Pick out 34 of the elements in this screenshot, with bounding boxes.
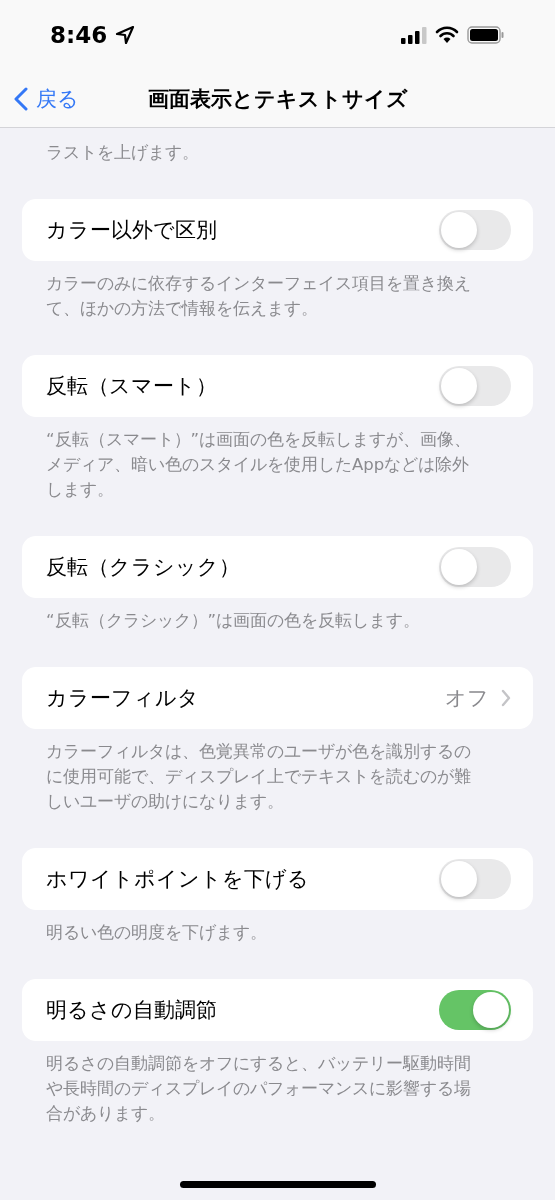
status-time: 8:46 xyxy=(50,22,108,48)
footer-text: 明るい色の明度を下げます。 xyxy=(45,922,268,944)
back-button[interactable]: 戻る xyxy=(14,84,79,113)
row-label: 反転（スマート） xyxy=(46,373,217,400)
signal-icon xyxy=(401,26,427,44)
toggle-switch[interactable] xyxy=(439,859,511,899)
chevron-left-icon xyxy=(14,86,28,111)
footer-text: “反転（スマート）”は画面の色を反転しますが、画像、メディア、暗い色のスタイルを使用したAppなどは除外します。 xyxy=(45,429,473,501)
settings-row[interactable]: カラーフィルタ オフ xyxy=(22,667,533,729)
settings-row[interactable]: カラー以外で区別 xyxy=(22,199,533,261)
footer-text: ラストを上げます。 xyxy=(45,142,200,164)
row-value: オフ xyxy=(445,685,489,712)
page-title: 画面表示とテキストサイズ xyxy=(147,85,408,113)
toggle-switch[interactable] xyxy=(439,366,511,406)
row-label: 明るさの自動調節 xyxy=(46,997,217,1024)
footer-text: カラーフィルタは、色覚異常のユーザが色を識別するのに使用可能で、ディスプレイ上でテキストを読むのが難しいユーザの助けになります。 xyxy=(45,741,472,813)
toggle-switch[interactable] xyxy=(439,210,511,250)
wifi-icon xyxy=(435,26,459,44)
chevron-right-icon xyxy=(501,689,511,707)
settings-row[interactable]: 反転（クラシック） xyxy=(22,536,533,598)
location-arrow-icon xyxy=(115,25,136,45)
toggle-switch[interactable] xyxy=(439,990,511,1030)
toggle-switch[interactable] xyxy=(439,547,511,587)
row-label: ホワイトポイントを下げる xyxy=(46,866,309,893)
row-label: カラー以外で区別 xyxy=(46,217,217,244)
battery-icon xyxy=(467,26,505,44)
row-label: 反転（クラシック） xyxy=(46,554,240,581)
footer-text: 明るさの自動調節をオフにすると、バッテリー駆動時間や長時間のディスプレイのパフォーマンスに影響する場合があります。 xyxy=(45,1053,472,1125)
footer-text: “反転（クラシック）”は画面の色を反転します。 xyxy=(45,610,422,632)
footer-text: カラーのみに依存するインターフェイス項目を置き換えて、ほかの方法で情報を伝えます。 xyxy=(45,273,472,320)
settings-row[interactable]: ホワイトポイントを下げる xyxy=(22,848,533,910)
row-label: カラーフィルタ xyxy=(46,685,199,712)
settings-row[interactable]: 明るさの自動調節 xyxy=(22,979,533,1041)
settings-row[interactable]: 反転（スマート） xyxy=(22,355,533,417)
